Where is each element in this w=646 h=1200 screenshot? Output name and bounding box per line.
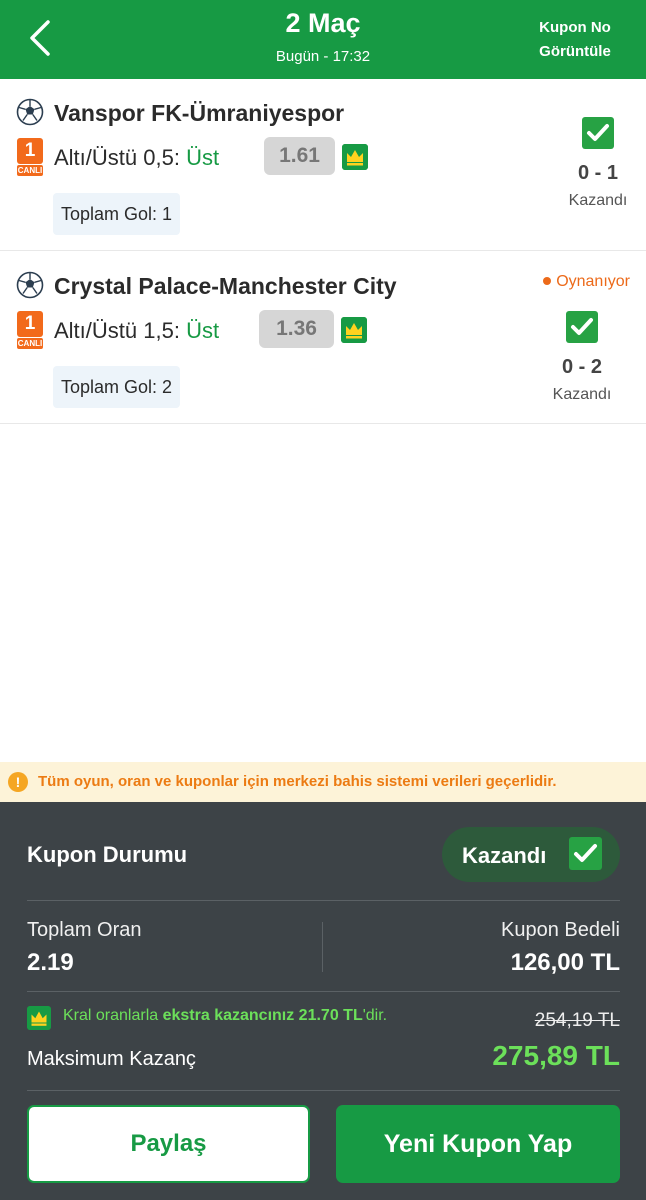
info-notice: ! Tüm oyun, oran ve kuponlar için merkez… <box>0 762 646 802</box>
top-bar: 2 Maç Bugün - 17:32 Kupon No Görüntüle <box>0 0 646 79</box>
match-card: Crystal Palace-Manchester City Oynanıyor… <box>0 252 646 424</box>
live-dot-icon <box>543 277 552 285</box>
new-coupon-button[interactable]: Yeni Kupon Yap <box>336 1105 620 1183</box>
check-icon <box>582 117 614 149</box>
odd-box: 1.36 <box>259 310 334 348</box>
promo-suffix: 'dir. <box>362 1007 388 1024</box>
match-result-text: Kazandı <box>552 386 612 403</box>
bet-pick: Üst <box>186 318 220 343</box>
live-badge-label: CANLI <box>17 338 43 349</box>
football-icon <box>16 98 44 126</box>
football-icon <box>16 271 44 299</box>
view-coupon-line1: Kupon No <box>539 19 611 36</box>
max-winnings-label: Maksimum Kazanç <box>27 1048 196 1070</box>
stake-value: 126,00 TL <box>510 949 620 976</box>
stake-label: Kupon Bedeli <box>501 919 620 941</box>
total-odds-label: Toplam Oran <box>27 919 142 941</box>
divider <box>27 991 620 992</box>
coupon-summary-panel: Kupon Durumu Kazandı Toplam Oran 2.19 Ku… <box>0 802 646 1200</box>
total-odds-value: 2.19 <box>27 949 74 976</box>
match-score: 0 - 1 <box>577 162 619 184</box>
total-goals-box: Toplam Gol: 2 <box>53 366 181 408</box>
old-max-winnings: 254,19 TL <box>534 1010 620 1031</box>
promo-amount: ekstra kazancınız 21.70 TL <box>162 1007 363 1024</box>
bet-line: Altı/Üstü 1,5: Üst <box>54 318 219 344</box>
live-badge-number: 1 <box>17 138 43 164</box>
divider <box>27 900 620 901</box>
live-badge-label: CANLI <box>17 165 43 176</box>
coupon-status-badge: Kazandı <box>442 827 620 882</box>
bet-pick: Üst <box>186 145 220 170</box>
divider <box>27 1090 620 1091</box>
odd-box: 1.61 <box>264 137 335 175</box>
match-result-text: Kazandı <box>568 192 628 209</box>
warning-icon: ! <box>8 772 28 792</box>
bet-market: Altı/Üstü 0,5: <box>54 145 180 170</box>
match-card: Vanspor FK-Ümraniyespor 1 CANLI Altı/Üst… <box>0 79 646 251</box>
total-goals-box: Toplam Gol: 1 <box>53 193 181 235</box>
match-teams: Vanspor FK-Ümraniyespor <box>54 100 345 126</box>
playing-status: Oynanıyor <box>543 273 630 291</box>
match-score: 0 - 2 <box>561 356 603 378</box>
match-result: 0 - 2 Kazandı <box>522 311 642 404</box>
bet-market: Altı/Üstü 1,5: <box>54 318 180 343</box>
playing-status-text: Oynanıyor <box>556 273 630 290</box>
crown-icon <box>341 317 367 343</box>
promo-prefix: Kral oranlarla <box>63 1007 159 1024</box>
view-coupon-line2: Görüntüle <box>539 43 611 60</box>
crown-icon <box>27 1006 51 1030</box>
bet-line: Altı/Üstü 0,5: Üst <box>54 145 219 171</box>
check-icon <box>566 311 598 343</box>
check-icon <box>569 837 602 870</box>
vertical-divider <box>322 922 323 972</box>
match-teams: Crystal Palace-Manchester City <box>54 273 397 299</box>
live-badge-number: 1 <box>17 311 43 337</box>
extra-winnings-text: Kral oranlarla ekstra kazancınız 21.70 T… <box>63 1007 387 1025</box>
view-coupon-number-button[interactable]: Kupon No Görüntüle <box>530 16 620 64</box>
coupon-status-value: Kazandı <box>462 843 547 868</box>
max-winnings-value: 275,89 TL <box>492 1040 620 1071</box>
info-notice-text: Tüm oyun, oran ve kuponlar için merkezi … <box>38 773 557 790</box>
share-button[interactable]: Paylaş <box>27 1105 310 1183</box>
coupon-status-label: Kupon Durumu <box>27 842 188 867</box>
live-badge: 1 CANLI <box>17 138 43 176</box>
live-badge: 1 CANLI <box>17 311 43 349</box>
match-result: 0 - 1 Kazandı <box>538 117 646 210</box>
crown-icon <box>342 144 368 170</box>
